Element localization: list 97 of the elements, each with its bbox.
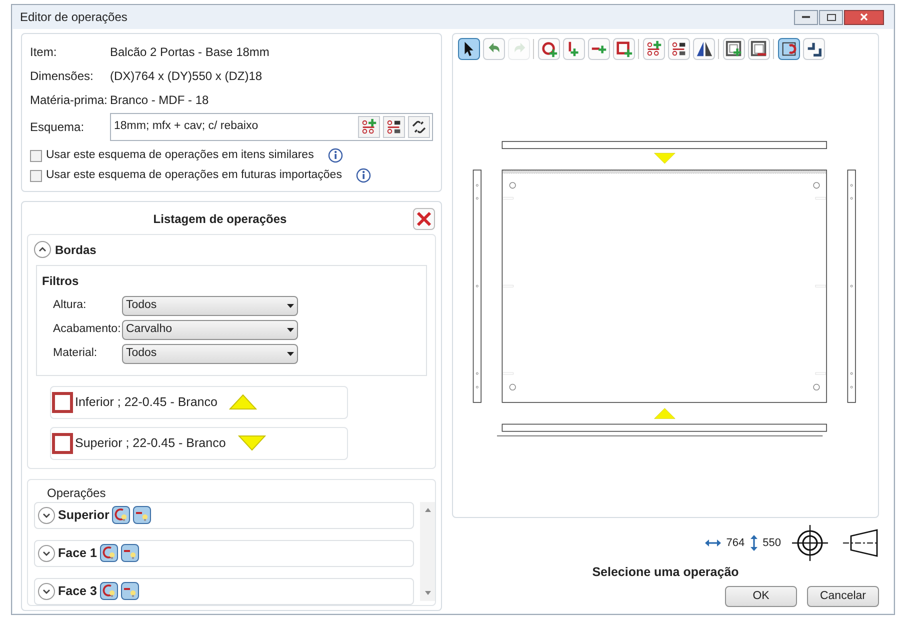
field-label: Esquema: xyxy=(30,119,86,136)
circle-bulb-button[interactable] xyxy=(112,506,130,524)
filter-dropdown[interactable]: Carvalho xyxy=(122,320,298,340)
field-label: Item: xyxy=(30,44,58,61)
arc-bulb-icon xyxy=(102,546,116,560)
expand-toggle[interactable] xyxy=(38,506,55,524)
filter-label: Material: xyxy=(53,346,98,362)
edge-square-icon xyxy=(52,392,73,412)
scrollbar[interactable] xyxy=(420,502,435,600)
collapse-icon xyxy=(805,40,823,58)
dropdown-arrow-icon xyxy=(287,328,294,332)
holes-remove-icon xyxy=(670,40,688,58)
dropdown-arrow-icon xyxy=(287,352,294,356)
section-title: Bordas xyxy=(55,242,96,258)
checkbox[interactable] xyxy=(30,170,42,182)
chevron-icon xyxy=(42,548,51,558)
vertical-arrow-icon xyxy=(750,535,758,551)
target-icon[interactable] xyxy=(792,525,828,561)
panel-title: Listagem de operações xyxy=(152,210,288,228)
field-label: Dimensões: xyxy=(30,68,94,85)
circle-bulb-button[interactable] xyxy=(100,582,118,600)
filter-label: Altura: xyxy=(53,298,88,314)
circle-bulb-button[interactable] xyxy=(100,544,118,562)
arc-bulb-icon xyxy=(102,584,116,598)
scheme-field[interactable]: 18mm; mfx + cav; c/ rebaixo xyxy=(110,113,433,141)
close-icon xyxy=(416,210,432,226)
edge-item[interactable]: Inferior ; 22-0.45 - Branco xyxy=(50,386,348,418)
status-message: Selecione uma operação xyxy=(592,564,739,581)
operation-item[interactable]: Face 1 xyxy=(34,540,414,566)
frame-remove-icon xyxy=(750,40,768,58)
close-button[interactable] xyxy=(413,208,435,230)
filter-dropdown[interactable]: Todos xyxy=(122,296,298,316)
dropdown-arrow-icon xyxy=(287,304,294,308)
info-icon[interactable] xyxy=(328,148,343,164)
operation-label: Face 3 xyxy=(58,582,97,600)
broken-link-icon xyxy=(411,119,427,135)
toolbar-button[interactable] xyxy=(723,38,745,60)
scheme-button[interactable] xyxy=(358,116,380,138)
frame-focus-icon xyxy=(780,40,798,58)
field-value: Balcão 2 Portas - Base 18mm xyxy=(110,44,270,61)
field-value: (DX)764 x (DY)550 x (DZ)18 xyxy=(110,68,262,85)
edge-square-icon xyxy=(52,432,73,454)
scroll-up-icon[interactable] xyxy=(424,508,430,512)
checkbox-label: Usar este esquema de operações em futuras importações xyxy=(46,168,342,184)
expand-toggle[interactable] xyxy=(34,241,51,258)
maximize-button[interactable] xyxy=(819,10,843,24)
checkbox[interactable] xyxy=(30,150,42,162)
line-bulb-button[interactable] xyxy=(120,544,139,562)
filter-dropdown[interactable]: Todos xyxy=(122,344,298,364)
height-value: 550 xyxy=(762,536,781,551)
close-button[interactable] xyxy=(844,10,884,24)
rect-add-icon xyxy=(615,40,633,58)
toolbar-button[interactable] xyxy=(693,38,715,60)
window-title: Editor de operações xyxy=(20,9,128,26)
toolbar-button[interactable] xyxy=(778,38,800,60)
circle-add-icon xyxy=(540,40,558,58)
unlink-button[interactable] xyxy=(408,116,430,138)
mirror-icon xyxy=(695,40,713,58)
cone-icon[interactable] xyxy=(843,528,879,558)
edge-item[interactable]: Superior ; 22-0.45 - Branco xyxy=(50,426,348,460)
operation-item[interactable]: Superior xyxy=(34,502,414,528)
group-title: Filtros xyxy=(42,272,80,290)
edge-label: Inferior ; 22-0.45 - Branco xyxy=(75,394,218,411)
horizontal-arrow-icon xyxy=(705,539,722,547)
chevron-icon xyxy=(38,245,47,254)
info-icon[interactable] xyxy=(356,168,371,184)
operation-label: Face 1 xyxy=(58,544,97,562)
toolbar-button[interactable] xyxy=(748,38,770,60)
holes-add-icon xyxy=(645,40,663,58)
line-bulb-button[interactable] xyxy=(120,582,139,600)
operation-item[interactable]: Face 3 xyxy=(34,578,414,604)
arc-bulb-icon xyxy=(114,508,128,522)
holes-add-icon xyxy=(360,118,378,136)
close-icon xyxy=(860,13,868,21)
expand-toggle[interactable] xyxy=(38,544,55,562)
operation-label: Superior xyxy=(58,506,110,524)
frame-add-icon xyxy=(725,40,743,58)
toolbar-button[interactable] xyxy=(668,38,690,60)
section-title: Operações xyxy=(46,484,107,502)
expand-toggle[interactable] xyxy=(38,582,55,600)
toolbar-button[interactable] xyxy=(803,38,825,60)
edge-label: Superior ; 22-0.45 - Branco xyxy=(75,434,226,452)
chevron-icon xyxy=(42,510,51,520)
field-value: Branco - MDF - 18 xyxy=(110,92,209,109)
scroll-down-icon[interactable] xyxy=(424,590,430,594)
holes-remove-icon xyxy=(385,118,403,136)
chevron-icon xyxy=(42,586,51,596)
filter-label: Acabamento: xyxy=(53,322,122,338)
toolbar-button[interactable] xyxy=(458,38,480,60)
field-label: Matéria-prima: xyxy=(30,92,108,109)
line-bulb-button[interactable] xyxy=(133,506,152,524)
cancel-button[interactable]: Cancelar xyxy=(807,586,879,607)
checkbox-label: Usar este esquema de operações em itens similares xyxy=(46,148,314,163)
width-value: 764 xyxy=(726,536,745,551)
scheme-button[interactable] xyxy=(383,116,405,138)
ok-button[interactable]: OK xyxy=(725,586,797,607)
minimize-button[interactable] xyxy=(794,10,818,24)
